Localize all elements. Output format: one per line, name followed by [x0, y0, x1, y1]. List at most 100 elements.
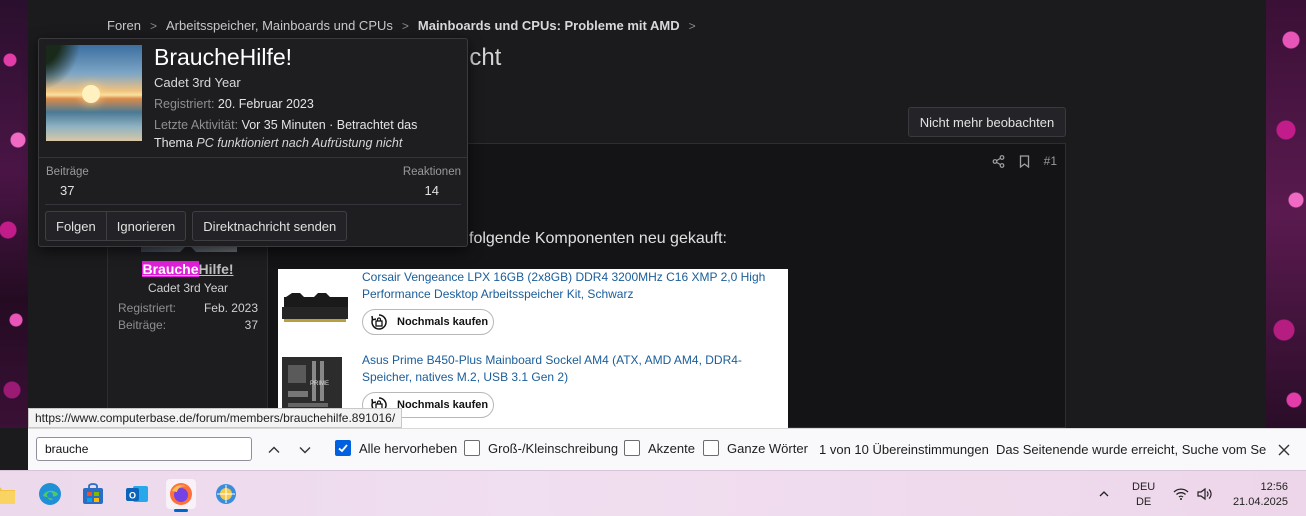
screen: Foren > Arbeitsspeicher, Mainboards und … — [0, 0, 1306, 516]
rebuy-icon — [371, 314, 387, 330]
edge-browser-icon[interactable] — [35, 479, 65, 509]
author-registered: Registriert: Feb. 2023 — [118, 301, 258, 315]
product-link-mainboard[interactable]: Asus Prime B450-Plus Mainboard Sockel AM… — [362, 352, 786, 386]
match-case-checkbox[interactable] — [464, 440, 480, 456]
diacritics-option[interactable]: Akzente — [624, 440, 695, 456]
svg-text:PRIME: PRIME — [310, 381, 329, 387]
bookmark-icon[interactable] — [1019, 154, 1030, 168]
card-actions: Folgen Ignorieren Direktnachricht senden — [45, 211, 348, 241]
member-activity-value2: Thema — [154, 136, 193, 150]
find-previous-button[interactable] — [264, 440, 284, 460]
author-rank: Cadet 3rd Year — [147, 281, 229, 295]
member-activity-thread[interactable]: PC funktioniert nach Aufrüstung nicht — [196, 136, 402, 150]
firefox-icon[interactable] — [166, 479, 196, 509]
match-case-option[interactable]: Groß-/Kleinschreibung — [464, 440, 618, 456]
whole-words-checkbox[interactable] — [703, 440, 719, 456]
member-posts-label: Beiträge — [46, 166, 89, 178]
active-app-indicator — [174, 509, 188, 512]
breadcrumb-separator: > — [688, 18, 696, 33]
diacritics-label: Akzente — [648, 440, 695, 456]
breadcrumb-separator: > — [401, 18, 409, 33]
clock-date: 21.04.2025 — [1232, 496, 1288, 508]
member-tooltip-card: BraucheHilfe! Cadet 3rd Year Registriert… — [38, 38, 468, 247]
author-posts: Beiträge: 37 — [118, 318, 258, 332]
app-compass-icon[interactable] — [211, 479, 241, 509]
breadcrumb: Foren > Arbeitsspeicher, Mainboards und … — [107, 18, 696, 33]
member-reactions-value[interactable]: 14 — [425, 183, 439, 198]
find-input[interactable] — [36, 437, 252, 461]
breadcrumb-item-subforum[interactable]: Mainboards und CPUs: Probleme mit AMD — [418, 18, 680, 33]
tray-chevron-up-icon[interactable] — [1092, 479, 1116, 509]
member-registered: Registriert: 20. Februar 2023 — [154, 95, 459, 113]
outlook-icon[interactable]: O — [122, 479, 152, 509]
share-icon[interactable] — [992, 154, 1005, 168]
link-status-url: https://www.computerbase.de/forum/member… — [28, 408, 403, 428]
breadcrumb-item-foren[interactable]: Foren — [107, 18, 141, 33]
member-activity: Letzte Aktivität: Vor 35 Minuten · Betra… — [154, 116, 459, 152]
author-name-link[interactable]: BraucheHilfe! — [108, 261, 268, 277]
whole-words-option[interactable]: Ganze Wörter — [703, 440, 808, 456]
input-language[interactable]: DEU DE — [1132, 480, 1155, 510]
chevron-down-icon — [299, 447, 311, 454]
find-status-message: Das Seitenende wurde erreicht, Suche vom… — [996, 442, 1267, 457]
direct-message-button[interactable]: Direktnachricht senden — [192, 211, 348, 241]
card-divider — [39, 157, 467, 158]
match-case-label: Groß-/Kleinschreibung — [488, 440, 619, 456]
amazon-order-screenshot: Corsair Vengeance LPX 16GB (2x8GB) DDR4 … — [278, 269, 788, 429]
post-actions: #1 — [992, 154, 1057, 168]
input-layout-code: DE — [1135, 496, 1152, 508]
ram-image — [280, 289, 352, 339]
author-registered-value: Feb. 2023 — [203, 301, 258, 315]
highlight-all-option[interactable]: Alle hervorheben — [335, 440, 457, 456]
buy-again-label: Nochmals kaufen — [397, 399, 489, 411]
buy-again-button[interactable]: Nochmals kaufen — [362, 309, 494, 335]
volume-icon[interactable] — [1194, 479, 1216, 509]
clock-time: 12:56 — [1260, 481, 1288, 493]
breadcrumb-separator: > — [149, 18, 157, 33]
post-text: folgende Komponenten neu gekauft: — [469, 230, 727, 247]
member-name[interactable]: BraucheHilfe! — [154, 44, 292, 71]
author-name-rest: Hilfe! — [198, 261, 234, 277]
breadcrumb-item-category[interactable]: Arbeitsspeicher, Mainboards und CPUs — [166, 18, 393, 33]
svg-text:O: O — [129, 491, 136, 501]
highlight-all-checkbox[interactable] — [335, 440, 351, 456]
find-close-button[interactable] — [1274, 440, 1294, 460]
card-divider — [45, 204, 461, 205]
member-posts-value[interactable]: 37 — [60, 183, 74, 198]
store-icon[interactable] — [78, 479, 108, 509]
buy-again-label: Nochmals kaufen — [397, 316, 489, 328]
close-icon — [1278, 444, 1290, 456]
desktop-wallpaper-right — [1266, 0, 1306, 428]
member-registered-label: Registriert: — [154, 97, 215, 111]
highlight-all-label: Alle hervorheben — [359, 440, 458, 456]
member-activity-value: Vor 35 Minuten · Betrachtet das — [241, 118, 418, 132]
member-reactions-label: Reaktionen — [402, 166, 461, 178]
author-posts-value: 37 — [244, 318, 258, 332]
chevron-up-icon — [268, 446, 280, 453]
file-explorer-icon[interactable] — [0, 479, 18, 509]
unwatch-button[interactable]: Nicht mehr beobachten — [908, 107, 1066, 137]
author-registered-label: Registriert: — [118, 301, 177, 315]
desktop-wallpaper-left — [0, 0, 28, 428]
input-language-code: DEU — [1132, 481, 1156, 493]
ignore-button[interactable]: Ignorieren — [106, 211, 187, 241]
system-clock[interactable]: 12:56 21.04.2025 — [1222, 480, 1288, 510]
thread-title: icht — [464, 44, 502, 71]
product-link-ram[interactable]: Corsair Vengeance LPX 16GB (2x8GB) DDR4 … — [362, 269, 786, 303]
member-activity-label: Letzte Aktivität: — [154, 118, 239, 132]
member-avatar[interactable] — [46, 45, 142, 141]
member-registered-value: 20. Februar 2023 — [217, 97, 314, 111]
find-bar: Alle hervorheben Groß-/Kleinschreibung A… — [28, 428, 1306, 470]
follow-button[interactable]: Folgen — [45, 211, 107, 241]
whole-words-label: Ganze Wörter — [727, 440, 808, 456]
checkmark-icon — [338, 444, 348, 453]
wifi-icon[interactable] — [1170, 479, 1192, 509]
find-next-button[interactable] — [295, 440, 315, 460]
search-highlight: Brauche — [142, 261, 199, 277]
find-match-count: 1 von 10 Übereinstimmungen — [819, 442, 989, 457]
post-number-link[interactable]: #1 — [1044, 154, 1057, 168]
taskbar: O DEU DE 12:56 21.04.2025 — [0, 470, 1306, 516]
member-rank: Cadet 3rd Year — [154, 75, 241, 90]
author-posts-label: Beiträge: — [118, 318, 167, 332]
diacritics-checkbox[interactable] — [624, 440, 640, 456]
